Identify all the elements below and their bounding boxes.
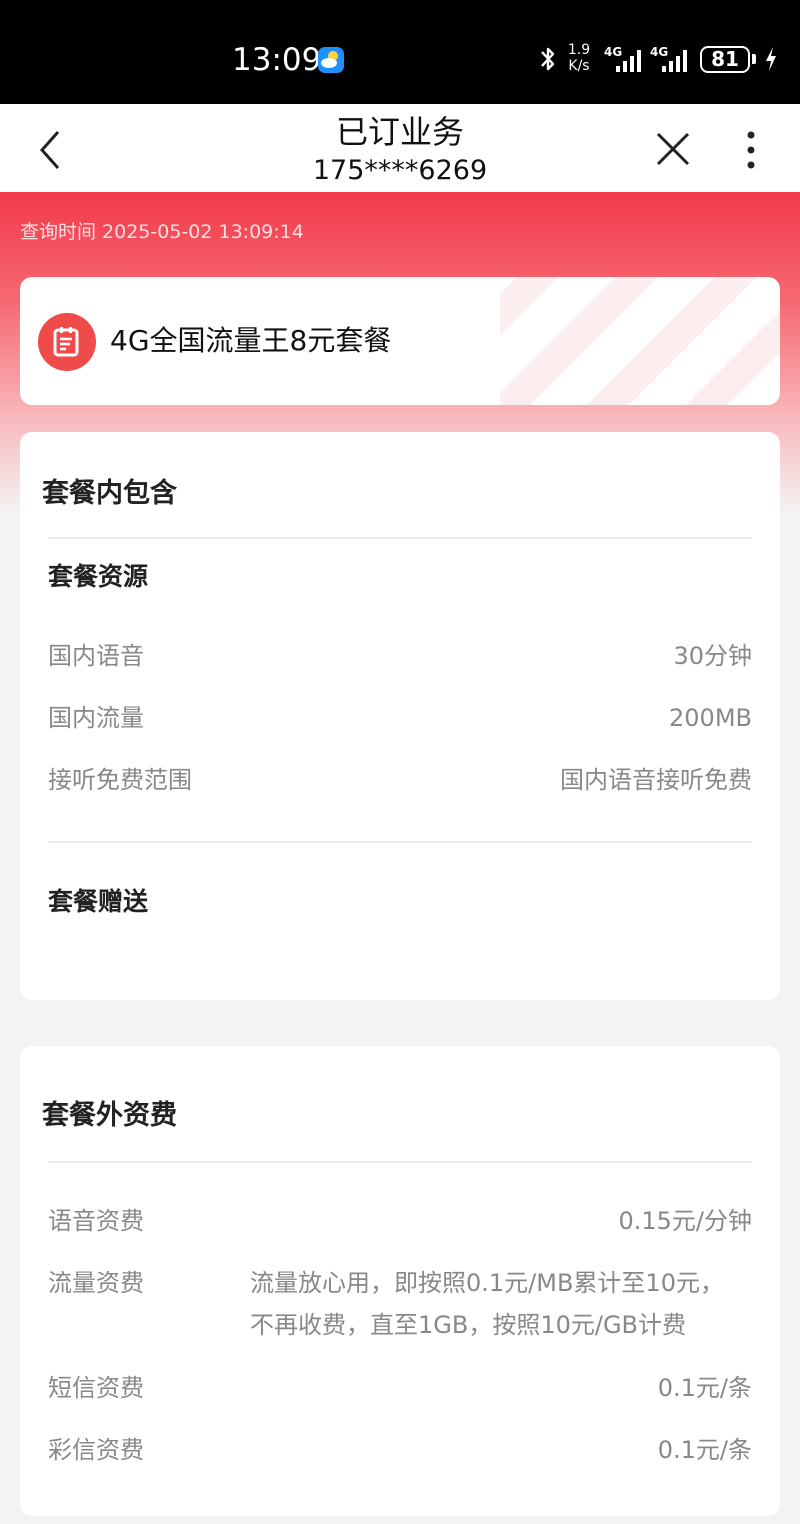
row-label: 流量资费 xyxy=(48,1269,144,1297)
plan-card[interactable]: 4G全国流量王8元套餐 xyxy=(20,277,780,405)
row-value: 0.15元/分钟 xyxy=(618,1207,752,1235)
svg-text:4G: 4G xyxy=(604,45,622,59)
included-card: 套餐内包含 套餐资源 国内语音 30分钟 国内流量 200MB 接听免费范围 国… xyxy=(20,432,780,1000)
row-value: 0.1元/条 xyxy=(657,1436,752,1464)
navigation-bar: 已订业务 175****6269 xyxy=(0,104,800,192)
plan-document-icon xyxy=(38,313,96,371)
status-time: 13:09 xyxy=(232,42,322,78)
signal-icon: 4G xyxy=(604,44,648,74)
divider xyxy=(48,537,752,539)
gift-title: 套餐赠送 xyxy=(48,887,149,916)
resources-title: 套餐资源 xyxy=(48,562,149,591)
signal-icon: 4G xyxy=(650,44,694,74)
close-icon[interactable] xyxy=(654,130,692,168)
charging-icon xyxy=(764,44,778,74)
data-fee-description: 流量放心用，即按照0.1元/MB累计至10元， 不再收费，直至1GB，按照10元… xyxy=(250,1269,724,1339)
weather-icon xyxy=(318,47,344,73)
included-title: 套餐内包含 xyxy=(42,478,177,509)
row-value: 200MB xyxy=(669,704,752,732)
divider xyxy=(48,841,752,843)
card-decoration xyxy=(500,277,780,405)
row-label: 国内语音 xyxy=(48,642,144,670)
extra-title: 套餐外资费 xyxy=(42,1100,177,1131)
status-bar: 13:09 1.9 K/s 4G 4G 81 xyxy=(0,0,800,104)
plan-name: 4G全国流量王8元套餐 xyxy=(110,324,392,357)
row-value: 0.1元/条 xyxy=(657,1374,752,1402)
network-speed: 1.9 K/s xyxy=(567,42,591,74)
row-label: 接听免费范围 xyxy=(48,766,192,794)
row-label: 语音资费 xyxy=(48,1207,144,1235)
bluetooth-icon xyxy=(538,44,558,74)
svg-text:4G: 4G xyxy=(650,45,668,59)
query-time: 查询时间 2025-05-02 13:09:14 xyxy=(20,221,304,243)
row-label: 彩信资费 xyxy=(48,1436,144,1464)
battery-cap xyxy=(752,54,756,64)
battery-icon: 81 xyxy=(700,46,750,73)
extra-fees-card: 套餐外资费 语音资费 0.15元/分钟 流量资费 流量放心用，即按照0.1元/M… xyxy=(20,1046,780,1516)
divider xyxy=(48,1161,752,1163)
row-label: 短信资费 xyxy=(48,1374,144,1402)
row-value: 30分钟 xyxy=(673,642,752,670)
more-icon[interactable] xyxy=(740,128,762,172)
row-value: 国内语音接听免费 xyxy=(560,766,752,794)
row-label: 国内流量 xyxy=(48,704,144,732)
